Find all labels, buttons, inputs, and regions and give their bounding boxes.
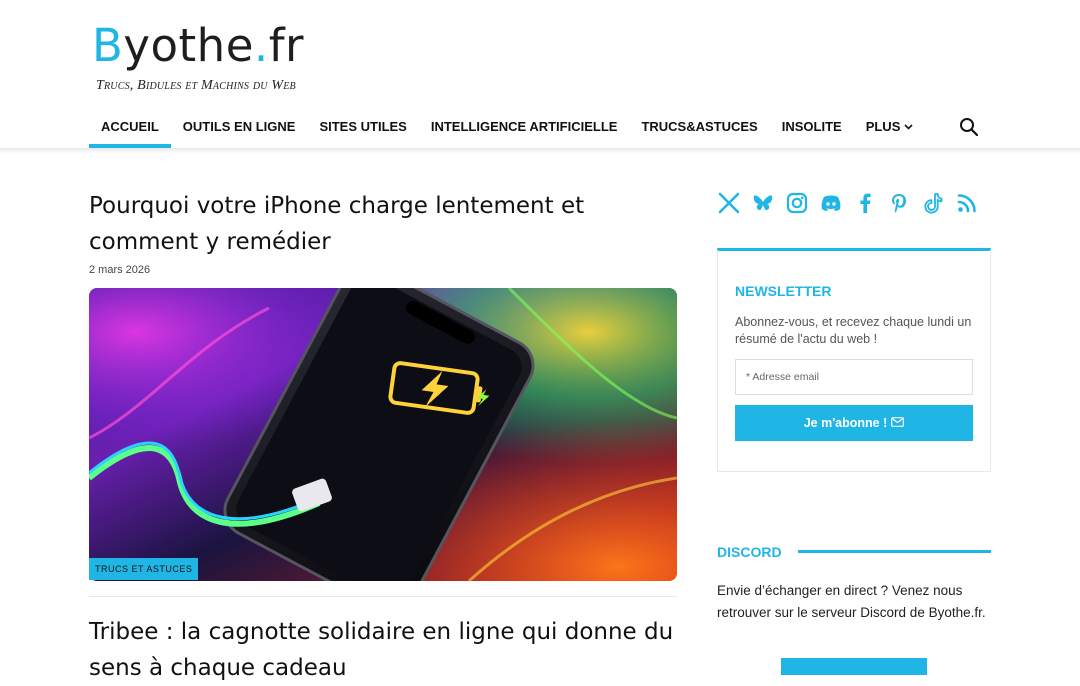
email-field[interactable] [735,359,973,395]
header-shadow [0,148,1080,154]
discord-description: Envie d’échanger en direct ? Venez nous … [717,583,986,620]
logo-dot: . [253,19,269,72]
chevron-down-icon [904,109,913,147]
nav-item-intelligence-artificielle[interactable]: INTELLIGENCE ARTIFICIELLE [419,108,630,148]
social-links [717,189,979,217]
tiktok-icon[interactable] [921,189,945,217]
main-nav: ACCUEIL OUTILS EN LIGNE SITES UTILES INT… [89,108,925,148]
subscribe-button-label: Je m'abonne ! [803,416,888,430]
site-logo[interactable]: Byothe.fr Trucs, Bidules et Machins du W… [92,20,304,94]
nav-item-sites-utiles[interactable]: SITES UTILES [307,108,418,148]
category-badge[interactable]: TRUCS ET ASTUCES [89,558,199,580]
nav-item-plus[interactable]: PLUS [854,108,926,148]
site-header: Byothe.fr Trucs, Bidules et Machins du W… [0,0,1080,148]
pinterest-icon[interactable] [887,189,911,217]
discord-widget-title: DISCORD [717,544,782,560]
site-tagline: Trucs, Bidules et Machins du Web [96,78,296,93]
article-image[interactable] [89,288,677,581]
article-date: 2 mars 2026 [89,264,151,276]
title-divider [798,550,991,553]
facebook-icon[interactable] [853,189,877,217]
x-icon[interactable] [717,189,741,217]
nav-item-insolite[interactable]: INSOLITE [770,108,854,148]
search-icon[interactable] [958,116,982,140]
article-separator [89,596,677,597]
article-title[interactable]: Tribee : la cagnotte solidaire en ligne … [89,614,689,686]
logo-tld: fr [268,19,305,72]
bluesky-icon[interactable] [751,189,775,217]
logo-name: yothe [123,19,254,72]
nav-item-accueil[interactable]: ACCUEIL [89,108,171,148]
discord-icon[interactable] [819,189,843,217]
envelope-icon [891,416,905,430]
newsletter-description: Abonnez-vous, et recevez chaque lundi un… [735,315,972,346]
logo-letter-b: B [92,19,124,72]
rss-icon[interactable] [955,189,979,217]
subscribe-button[interactable]: Je m'abonne ! [735,405,973,441]
newsletter-title: NEWSLETTER [735,283,832,299]
article-title[interactable]: Pourquoi votre iPhone charge lentement e… [89,188,689,260]
instagram-icon[interactable] [785,189,809,217]
nav-item-trucs-astuces[interactable]: TRUCS&ASTUCES [629,108,769,148]
nav-plus-label: PLUS [865,119,901,134]
logo-text: Byothe.fr [92,20,304,72]
nav-item-outils-en-ligne[interactable]: OUTILS EN LIGNE [171,108,308,148]
newsletter-widget: NEWSLETTER Abonnez-vous, et recevez chaq… [717,248,991,472]
discord-join-button[interactable] [781,658,927,675]
